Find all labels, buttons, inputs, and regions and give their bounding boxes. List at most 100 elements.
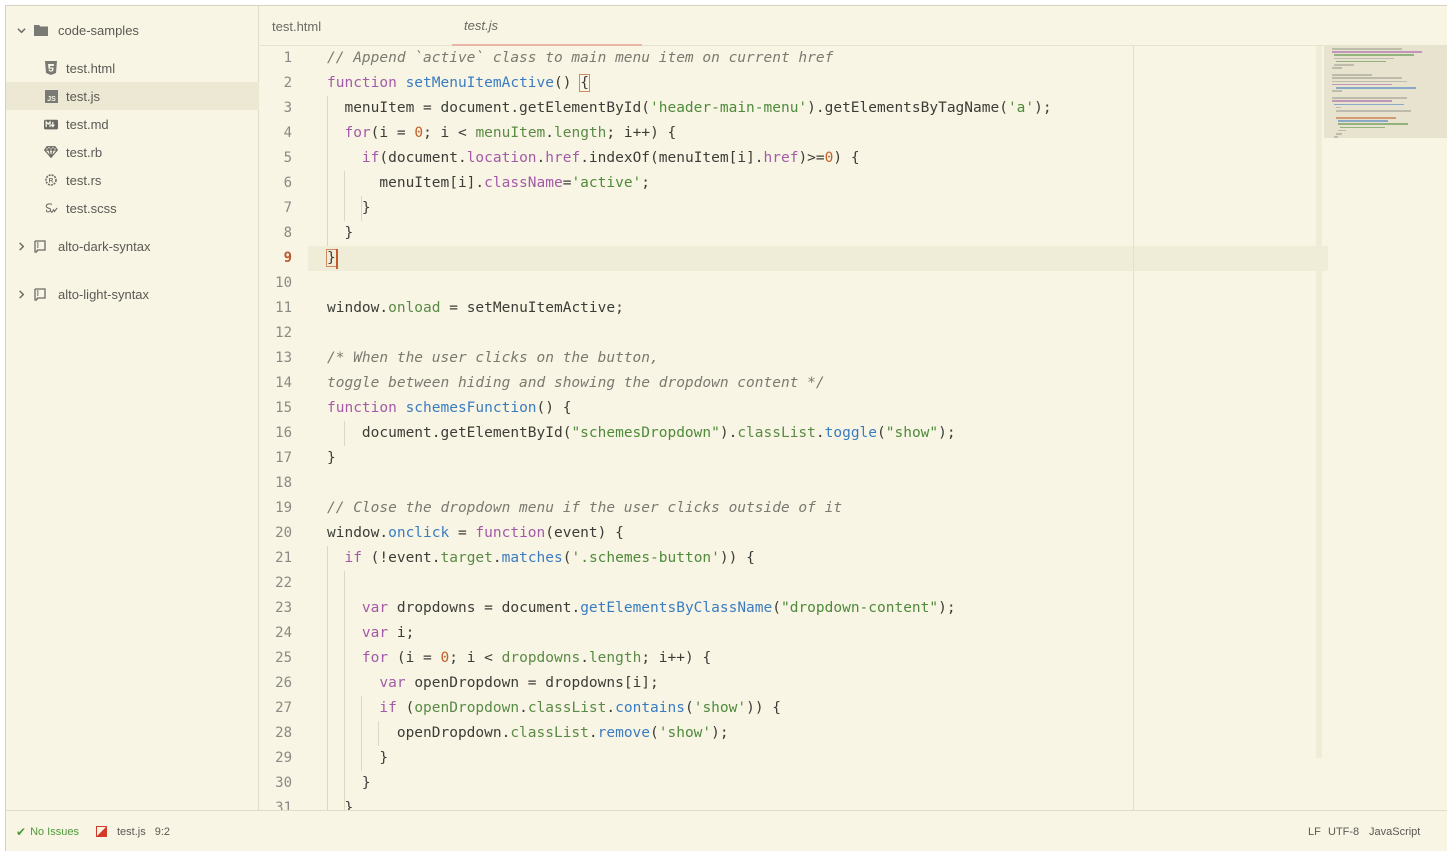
minimap-line bbox=[1340, 126, 1385, 129]
file-item[interactable]: test.rb bbox=[6, 138, 259, 166]
tree-view: code-samples test.html JS test.js test.m… bbox=[6, 6, 259, 810]
text-editor[interactable]: 1 2 3 4 5 6 7 8 9 10 11 12 13 14 15 16 17 18 19 20 21 22 23 24 2… bbox=[260, 46, 1447, 810]
code-line: } bbox=[327, 750, 389, 766]
grammar-selector[interactable]: JavaScript bbox=[1369, 811, 1420, 852]
js-icon: JS bbox=[44, 89, 58, 103]
code-line: if (!event.target.matches('.schemes-butt… bbox=[344, 550, 755, 566]
minimap-line bbox=[1336, 117, 1396, 119]
minimap-line bbox=[1332, 83, 1392, 86]
line-number: 17 bbox=[275, 450, 292, 466]
svg-text:R: R bbox=[49, 178, 54, 185]
line-number: 30 bbox=[275, 775, 292, 791]
code-line: toggle between hiding and showing the dr… bbox=[327, 375, 825, 391]
tab-test-html[interactable]: test.html bbox=[260, 6, 450, 46]
code-line: function schemesFunction() { bbox=[327, 400, 572, 416]
minimap-line bbox=[1336, 110, 1411, 112]
line-number: 4 bbox=[283, 125, 292, 141]
file-item-selected[interactable]: JS test.js bbox=[6, 82, 259, 110]
file-label: test.js bbox=[66, 88, 100, 104]
code-line: if(document.location.href.indexOf(menuIt… bbox=[361, 150, 860, 166]
file-label: test.md bbox=[66, 116, 109, 132]
tab-label: test.js bbox=[464, 17, 498, 33]
minimap-line bbox=[1334, 136, 1338, 138]
folder-item[interactable]: alto-dark-syntax bbox=[6, 232, 259, 260]
code-line: } bbox=[327, 775, 371, 791]
code-line: for (i = 0; i < dropdowns.length; i++) { bbox=[361, 650, 712, 666]
line-number: 26 bbox=[275, 675, 292, 691]
tab-test-js[interactable]: test.js bbox=[452, 6, 642, 46]
line-number: 19 bbox=[275, 500, 292, 516]
repo-icon bbox=[34, 288, 48, 301]
folder-label: alto-dark-syntax bbox=[58, 238, 151, 254]
minimap-line bbox=[1332, 74, 1372, 76]
minimap-line bbox=[1332, 97, 1407, 99]
line-number: 8 bbox=[283, 225, 292, 241]
line-number: 6 bbox=[283, 175, 292, 191]
line-number: 18 bbox=[275, 475, 292, 491]
minimap-line bbox=[1332, 77, 1402, 79]
minimap-line bbox=[1334, 64, 1354, 66]
sass-icon bbox=[44, 201, 58, 215]
code-line: window.onload = setMenuItemActive; bbox=[327, 300, 624, 316]
code-line: function setMenuItemActive() { bbox=[327, 74, 590, 92]
line-number: 28 bbox=[275, 725, 292, 741]
file-label: test.html bbox=[66, 60, 116, 76]
ruby-icon bbox=[44, 145, 58, 159]
minimap-line bbox=[1338, 123, 1408, 125]
minimap-line bbox=[1332, 100, 1392, 102]
code-line: /* When the user clicks on the button, bbox=[327, 350, 659, 366]
line-number: 2 bbox=[283, 75, 292, 91]
minimap-line bbox=[1332, 67, 1342, 69]
minimap-line bbox=[1334, 57, 1394, 60]
vertical-scrollbar[interactable] bbox=[1316, 46, 1322, 758]
minimap-line bbox=[1336, 133, 1342, 135]
line-number: 25 bbox=[275, 650, 292, 666]
folder-item[interactable]: alto-light-syntax bbox=[6, 280, 259, 308]
line-number: 5 bbox=[283, 150, 292, 166]
minimap-line bbox=[1334, 54, 1414, 56]
file-modified-icon bbox=[96, 826, 107, 837]
cursor-position: 9:2 bbox=[154, 825, 171, 838]
tab-bar: test.html test.js bbox=[260, 6, 1447, 46]
code-line: menuItem[i].className='active'; bbox=[327, 175, 651, 191]
code-line: // Append `active` class to main menu it… bbox=[327, 50, 834, 66]
line-number-gutter[interactable]: 1 2 3 4 5 6 7 8 9 10 11 12 13 14 15 16 17 18 19 20 21 22 23 24 2… bbox=[260, 46, 308, 810]
html5-icon bbox=[44, 61, 58, 75]
line-number: 10 bbox=[275, 275, 292, 291]
line-number: 3 bbox=[283, 100, 292, 116]
code-line: var dropdowns = document.getElementsByCl… bbox=[361, 600, 956, 616]
file-label: test.rb bbox=[66, 144, 103, 160]
folder-icon bbox=[34, 24, 48, 36]
rust-icon: R bbox=[44, 173, 58, 187]
project-folder[interactable]: code-samples bbox=[6, 16, 259, 44]
editor-window: code-samples test.html JS test.js test.m… bbox=[5, 5, 1447, 851]
minimap-line bbox=[1334, 103, 1404, 106]
chevron-down-icon bbox=[16, 25, 26, 35]
folder-label: alto-light-syntax bbox=[58, 286, 150, 302]
file-label: test.scss bbox=[66, 200, 117, 216]
tab-label: test.html bbox=[272, 18, 322, 34]
minimap-line bbox=[1332, 48, 1402, 50]
code-line: } bbox=[327, 225, 354, 241]
code-line: // Close the dropdown menu if the user c… bbox=[327, 500, 843, 516]
project-name: code-samples bbox=[58, 22, 139, 38]
minimap-line bbox=[1338, 120, 1388, 122]
encoding-selector[interactable]: UTF-8 bbox=[1328, 811, 1359, 852]
minimap-line bbox=[1332, 80, 1407, 83]
chevron-right-icon bbox=[16, 289, 26, 299]
code-line: window.onclick = function(event) { bbox=[327, 525, 624, 541]
grammar: JavaScript bbox=[1369, 825, 1421, 838]
code-area[interactable]: // Append `active` class to main menu it… bbox=[326, 46, 1327, 810]
linter-status[interactable]: ✔ No Issues bbox=[16, 811, 79, 852]
file-item[interactable]: test.scss bbox=[6, 194, 259, 222]
code-line-current: } bbox=[326, 249, 337, 267]
file-item[interactable]: test.md bbox=[6, 110, 259, 138]
file-item[interactable]: R test.rs bbox=[6, 166, 259, 194]
line-number: 22 bbox=[275, 575, 292, 591]
code-line: if (openDropdown.classList.contains('sho… bbox=[379, 700, 782, 716]
file-item[interactable]: test.html bbox=[6, 54, 259, 82]
file-info[interactable]: test.js 9:2 bbox=[96, 811, 170, 852]
minimap[interactable] bbox=[1324, 46, 1447, 810]
line-ending-selector[interactable]: LF bbox=[1308, 811, 1321, 852]
code-line: openDropdown.classList.remove('show'); bbox=[327, 725, 729, 741]
